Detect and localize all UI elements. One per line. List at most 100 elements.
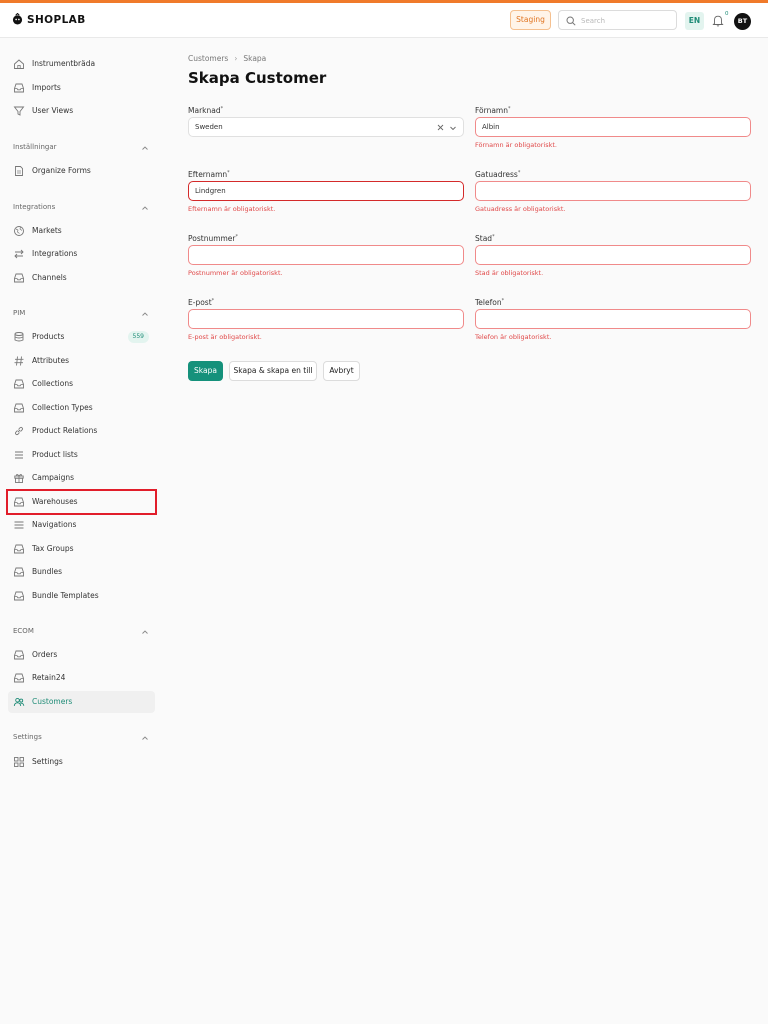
sidebar-item-user-views[interactable]: User Views xyxy=(8,100,155,122)
required-mark: * xyxy=(501,298,505,304)
sidebar-item-label: Products xyxy=(32,332,65,341)
section-title: Settings xyxy=(13,733,42,741)
required-mark: * xyxy=(220,106,224,112)
breadcrumb-current: Skapa xyxy=(243,54,267,63)
section-header-integrations[interactable]: Integrations xyxy=(13,202,153,214)
inbox-icon xyxy=(13,672,25,684)
app-logo[interactable]: SHOPLAB xyxy=(12,12,86,27)
sidebar-item-label: User Views xyxy=(32,106,74,115)
search-box[interactable] xyxy=(558,10,677,30)
field-label: Stad* xyxy=(475,234,751,243)
sidebar-item-navigations[interactable]: Navigations xyxy=(8,514,155,536)
sidebar-item-label: Navigations xyxy=(32,520,77,529)
sidebar-item-campaigns[interactable]: Campaigns xyxy=(8,467,155,489)
sidebar-item-tax-groups[interactable]: Tax Groups xyxy=(8,538,155,560)
sidebar-item-collections[interactable]: Collections xyxy=(8,373,155,395)
sidebar-item-bundle-templates[interactable]: Bundle Templates xyxy=(8,585,155,607)
phone-input[interactable] xyxy=(475,309,751,329)
search-input[interactable] xyxy=(581,14,671,27)
field-efternamn: Efternamn* Efternamn är obligatoriskt. xyxy=(188,170,464,213)
gift-icon xyxy=(13,472,25,484)
sidebar-item-label: Warehouses xyxy=(32,497,78,506)
required-mark: * xyxy=(517,170,521,176)
field-fornamn: Förnamn* Förnamn är obligatoriskt. xyxy=(475,106,751,149)
inbox-icon xyxy=(13,496,25,508)
sidebar-item-instrumentbrada[interactable]: Instrumentbräda xyxy=(8,53,155,75)
postal-code-input[interactable] xyxy=(188,245,464,265)
sidebar-item-warehouses[interactable]: Warehouses xyxy=(6,489,157,515)
field-gatuadress: Gatuadress* Gatuadress är obligatoriskt. xyxy=(475,170,751,213)
section-header-pim[interactable]: PIM xyxy=(13,308,153,320)
products-count-badge: 559 xyxy=(127,331,149,343)
label-text: Telefon xyxy=(475,298,502,307)
sidebar-item-collection-types[interactable]: Collection Types xyxy=(8,397,155,419)
email-input[interactable] xyxy=(188,309,464,329)
chevron-down-icon[interactable] xyxy=(449,124,457,132)
field-label: Gatuadress* xyxy=(475,170,751,179)
sidebar-item-markets[interactable]: Markets xyxy=(8,220,155,242)
field-label: E-post* xyxy=(188,298,464,307)
sidebar-item-imports[interactable]: Imports xyxy=(8,77,155,99)
field-label: Postnummer* xyxy=(188,234,464,243)
sidebar-item-products[interactable]: Products 559 xyxy=(8,326,155,348)
sidebar-item-label: Imports xyxy=(32,83,61,92)
field-telefon: Telefon* Telefon är obligatoriskt. xyxy=(475,298,751,341)
language-switcher[interactable]: EN xyxy=(685,12,704,30)
chevron-right-icon: › xyxy=(234,54,238,63)
sidebar-item-retain24[interactable]: Retain24 xyxy=(8,667,155,689)
section-header-ecom[interactable]: ECOM xyxy=(13,626,153,638)
sidebar-item-label: Instrumentbräda xyxy=(32,59,96,68)
top-header: SHOPLAB Staging EN 0 BT xyxy=(0,3,768,38)
sidebar-item-orders[interactable]: Orders xyxy=(8,644,155,666)
last-name-input[interactable] xyxy=(188,181,464,201)
notifications-button[interactable] xyxy=(712,14,724,27)
error-message: Telefon är obligatoriskt. xyxy=(475,333,552,341)
field-label: Telefon* xyxy=(475,298,751,307)
sidebar-item-customers[interactable]: Customers xyxy=(8,691,155,713)
user-avatar[interactable]: BT xyxy=(734,13,751,30)
create-button[interactable]: Skapa xyxy=(188,361,223,381)
sidebar-item-label: Bundle Templates xyxy=(32,591,99,600)
environment-badge[interactable]: Staging xyxy=(510,10,551,30)
clear-icon[interactable] xyxy=(437,124,444,131)
sidebar-item-attributes[interactable]: Attributes xyxy=(8,350,155,372)
arrows-icon xyxy=(13,248,25,260)
inbox-icon xyxy=(13,543,25,555)
field-postnummer: Postnummer* Postnummer är obligatoriskt. xyxy=(188,234,464,277)
chevron-up-icon xyxy=(142,312,148,316)
street-address-input[interactable] xyxy=(475,181,751,201)
sidebar-item-settings[interactable]: Settings xyxy=(8,751,155,773)
label-text: Marknad xyxy=(188,106,221,115)
sidebar-item-bundles[interactable]: Bundles xyxy=(8,561,155,583)
city-input[interactable] xyxy=(475,245,751,265)
breadcrumb-customers[interactable]: Customers xyxy=(188,54,228,63)
inbox-icon xyxy=(13,649,25,661)
first-name-input[interactable] xyxy=(475,117,751,137)
required-mark: * xyxy=(211,298,215,304)
menu-icon xyxy=(13,519,25,531)
sidebar-item-organize-forms[interactable]: Organize Forms xyxy=(8,160,155,182)
error-message: Stad är obligatoriskt. xyxy=(475,269,544,277)
sidebar-item-label: Markets xyxy=(32,226,62,235)
sidebar-item-product-relations[interactable]: Product Relations xyxy=(8,420,155,442)
section-header-installningar[interactable]: Inställningar xyxy=(13,142,153,154)
market-select[interactable]: Sweden xyxy=(188,117,464,137)
create-and-create-another-button[interactable]: Skapa & skapa en till xyxy=(229,361,317,381)
label-text: Efternamn xyxy=(188,170,228,179)
grid-icon xyxy=(13,756,25,768)
required-mark: * xyxy=(235,234,239,240)
inbox-icon xyxy=(13,82,25,94)
sidebar-item-channels[interactable]: Channels xyxy=(8,267,155,289)
sidebar-item-label: Channels xyxy=(32,273,67,282)
section-title: Integrations xyxy=(13,203,56,211)
sidebar-item-integrations[interactable]: Integrations xyxy=(8,243,155,265)
cancel-button[interactable]: Avbryt xyxy=(323,361,360,381)
section-header-settings[interactable]: Settings xyxy=(13,732,153,744)
label-text: E-post xyxy=(188,298,212,307)
label-text: Förnamn xyxy=(475,106,508,115)
label-text: Stad xyxy=(475,234,493,243)
notification-count: 0 xyxy=(725,11,729,17)
sidebar-item-product-lists[interactable]: Product lists xyxy=(8,444,155,466)
inbox-icon xyxy=(13,272,25,284)
required-mark: * xyxy=(492,234,495,240)
